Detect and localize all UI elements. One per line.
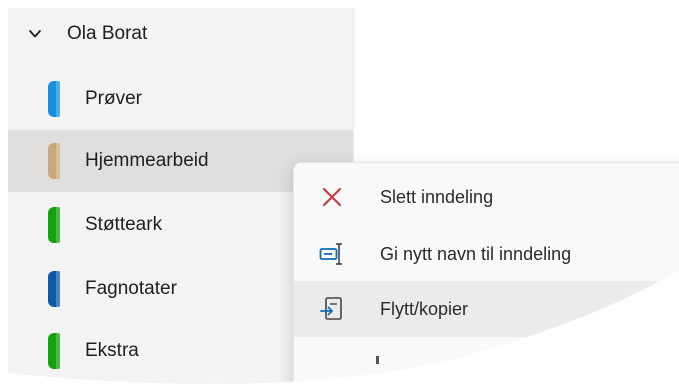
menu-item-partial-glyph <box>376 356 379 364</box>
section-item-prover[interactable]: Prøver <box>8 68 353 130</box>
menu-item-move-copy[interactable]: Flytt/kopier <box>294 281 679 337</box>
chevron-down-icon[interactable] <box>28 27 42 41</box>
section-label: Fagnotater <box>85 278 177 299</box>
section-color-tab <box>48 333 60 369</box>
section-color-tab <box>48 143 60 179</box>
delete-x-icon <box>323 188 341 206</box>
rename-icon <box>319 243 342 265</box>
move-copy-icon <box>320 297 342 320</box>
menu-item-label: Slett inndeling <box>380 187 494 207</box>
section-color-tab <box>48 207 60 243</box>
notebook-name: Ola Borat <box>67 23 148 44</box>
section-label: Ekstra <box>85 340 139 361</box>
section-context-menu: Slett inndeling Gi nytt navn til inndeli… <box>293 162 679 385</box>
onenote-window: Ola Borat Prøver Hjemmearbeid Støtteark … <box>0 0 679 385</box>
section-color-tab <box>48 81 60 117</box>
section-label: Hjemmearbeid <box>85 150 209 171</box>
section-label: Prøver <box>85 88 142 109</box>
menu-item-rename-section[interactable]: Gi nytt navn til inndeling <box>294 226 679 282</box>
section-color-tab <box>48 271 60 307</box>
menu-item-label: Gi nytt navn til inndeling <box>380 244 572 264</box>
menu-item-delete-section[interactable]: Slett inndeling <box>294 169 679 225</box>
notebook-header[interactable]: Ola Borat <box>8 8 353 60</box>
menu-item-label: Flytt/kopier <box>380 299 469 319</box>
section-label: Støtteark <box>85 214 163 235</box>
